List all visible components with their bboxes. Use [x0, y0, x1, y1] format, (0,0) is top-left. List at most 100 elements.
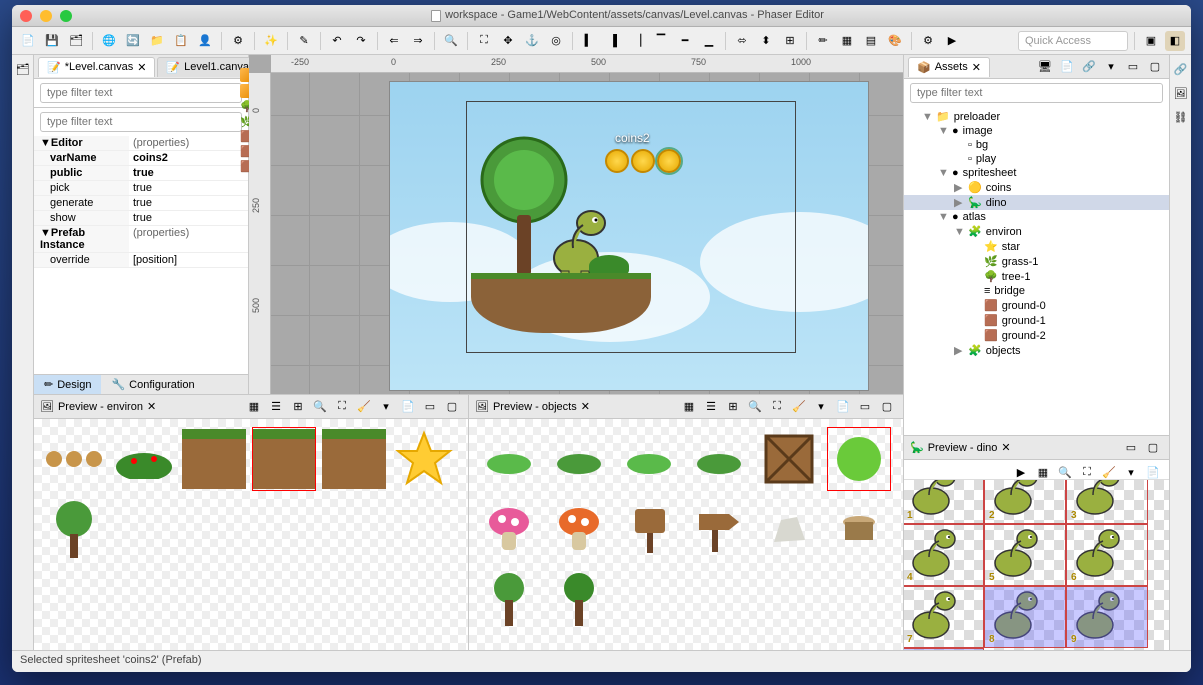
zoom-icon[interactable]: 🔍	[310, 397, 330, 417]
target-button[interactable]: ◎	[546, 31, 566, 51]
coin-sprite[interactable]	[605, 149, 629, 173]
canvas-editor[interactable]: -25002505007501000 0250500	[249, 55, 903, 394]
mushroom-thumb[interactable]	[547, 497, 611, 561]
align-center-h-button[interactable]: ▐	[603, 31, 623, 51]
dino-frames-grid[interactable]: 12345678910	[904, 480, 1169, 650]
user-button[interactable]: 👤	[195, 31, 215, 51]
quick-access-input[interactable]: Quick Access	[1018, 31, 1128, 51]
view-icon[interactable]: 🖥	[1035, 57, 1055, 77]
dino-frame[interactable]: 10	[904, 648, 984, 650]
more-icon[interactable]: ▾	[811, 397, 831, 417]
palette-button[interactable]: 🎨	[885, 31, 905, 51]
edit-button[interactable]: ✎	[294, 31, 314, 51]
new-icon[interactable]: 📄	[398, 397, 418, 417]
asset-item[interactable]: 🌿 grass-1	[904, 254, 1169, 269]
ground-thumb[interactable]	[322, 427, 386, 491]
coins-group[interactable]	[605, 149, 681, 173]
ground-thumb[interactable]	[182, 427, 246, 491]
asset-item[interactable]: ⭐ star	[904, 239, 1169, 254]
assets-tab[interactable]: 📦Assets✕	[908, 57, 990, 77]
new-icon[interactable]: 📄	[1143, 462, 1163, 482]
center-button[interactable]: ✥	[498, 31, 518, 51]
max-icon[interactable]: ▢	[1143, 438, 1163, 458]
max-icon[interactable]: ▢	[877, 397, 897, 417]
tree-thumb[interactable]	[477, 567, 541, 631]
asset-item[interactable]: ▶🟡 coins	[904, 180, 1169, 195]
tree-view-icon[interactable]: ⊞	[723, 397, 743, 417]
align-left-button[interactable]: ▍	[579, 31, 599, 51]
play-icon[interactable]: ▶	[1011, 462, 1031, 482]
list-view-icon[interactable]: ☰	[266, 397, 286, 417]
close-icon[interactable]: ✕	[147, 400, 156, 413]
property-row[interactable]: showtrue	[34, 211, 248, 226]
asset-item[interactable]: 🟫 ground-2	[904, 328, 1169, 343]
run-button[interactable]: ▶	[942, 31, 962, 51]
property-row[interactable]: picktrue	[34, 181, 248, 196]
more-icon[interactable]: ▾	[1121, 462, 1141, 482]
close-icon[interactable]: ✕	[581, 400, 590, 413]
coin-sprite-selected[interactable]	[657, 149, 681, 173]
mushroom-thumb[interactable]	[477, 497, 541, 561]
preview-objects-body[interactable]	[469, 419, 903, 650]
list-view-icon[interactable]: ☰	[701, 397, 721, 417]
redo-button[interactable]: ↷	[351, 31, 371, 51]
outline-filter-input[interactable]	[40, 83, 242, 103]
new-icon[interactable]: 📄	[833, 397, 853, 417]
new-button[interactable]: 📄	[18, 31, 38, 51]
dino-frame[interactable]: 9	[1066, 586, 1148, 648]
asset-item[interactable]: ▫ play	[904, 152, 1169, 166]
min-icon[interactable]: ▭	[855, 397, 875, 417]
property-row[interactable]: publictrue	[34, 166, 248, 181]
save-button[interactable]: 💾	[42, 31, 62, 51]
perspective2-button[interactable]: ◧	[1165, 31, 1185, 51]
fit-icon[interactable]: ⛶	[332, 397, 352, 417]
new-icon[interactable]: 📄	[1057, 57, 1077, 77]
ball-thumb-selected[interactable]	[827, 427, 891, 491]
grid-button[interactable]: ▦	[837, 31, 857, 51]
pencil-button[interactable]: ✏	[813, 31, 833, 51]
space-button[interactable]: ⊞	[780, 31, 800, 51]
asset-item[interactable]: ≡ bridge	[904, 284, 1169, 298]
layout-button[interactable]: ▤	[861, 31, 881, 51]
fit-button[interactable]: ⛶	[474, 31, 494, 51]
editor-tab-level[interactable]: 📝*Level.canvas✕	[38, 57, 155, 77]
refresh-button[interactable]: 🔄	[123, 31, 143, 51]
grass-thumb[interactable]	[112, 427, 176, 491]
dino-frame[interactable]: 2	[984, 480, 1066, 524]
configuration-tab[interactable]: 🔧 Configuration	[101, 375, 204, 394]
align-top-button[interactable]: ▔	[651, 31, 671, 51]
bridge-thumb[interactable]	[42, 427, 106, 491]
clear-icon[interactable]: 🧹	[354, 397, 374, 417]
perspective-button[interactable]: ▣	[1141, 31, 1161, 51]
min-icon[interactable]: ▭	[1121, 438, 1141, 458]
zoom-icon[interactable]: 🔍	[1055, 462, 1075, 482]
atlas-view-icon[interactable]: 🖼	[1171, 83, 1191, 103]
tree-thumb[interactable]	[547, 567, 611, 631]
asset-item[interactable]: 🟫 ground-1	[904, 313, 1169, 328]
crate-thumb[interactable]	[757, 427, 821, 491]
clear-icon[interactable]: 🧹	[1099, 462, 1119, 482]
tree-thumb[interactable]	[42, 497, 106, 561]
folder-button[interactable]: 📁	[147, 31, 167, 51]
property-row[interactable]: override[position]	[34, 253, 248, 268]
asset-item[interactable]: ▶🧩 objects	[904, 343, 1169, 358]
property-row[interactable]: generatetrue	[34, 196, 248, 211]
asset-item[interactable]: ▼● spritesheet	[904, 166, 1169, 180]
assets-tree[interactable]: ▼📁 preloader▼● image▫ bg▫ play▼● sprites…	[904, 107, 1169, 435]
dino-frame[interactable]: 3	[1066, 480, 1148, 524]
minimize-window-button[interactable]	[40, 10, 52, 22]
platform-sprite[interactable]	[471, 273, 651, 333]
min-icon[interactable]: ▭	[1123, 57, 1143, 77]
sign-thumb[interactable]	[617, 497, 681, 561]
dist-v-button[interactable]: ⬍	[756, 31, 776, 51]
dino-frame[interactable]: 1	[904, 480, 984, 524]
back-button[interactable]: ⇐	[384, 31, 404, 51]
coin-sprite[interactable]	[631, 149, 655, 173]
min-icon[interactable]: ▭	[420, 397, 440, 417]
anchor-button[interactable]: ⚓	[522, 31, 542, 51]
bush-thumb[interactable]	[477, 427, 541, 491]
align-right-button[interactable]: ▕	[627, 31, 647, 51]
zoom-icon[interactable]: 🔍	[745, 397, 765, 417]
asset-item[interactable]: 🌳 tree-1	[904, 269, 1169, 284]
asset-item[interactable]: ▼🧩 environ	[904, 224, 1169, 239]
